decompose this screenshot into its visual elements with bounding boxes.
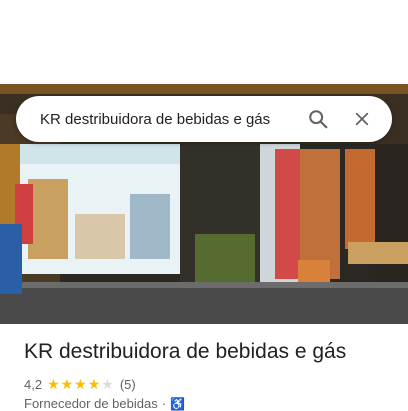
stars-empty: ★ <box>101 376 115 392</box>
search-bar[interactable]: KR destribuidora de bebidas e gás <box>16 96 392 142</box>
stars-filled: ★★★★ <box>47 376 102 392</box>
category-row: Fornecedor de bebidas · ♿ <box>24 396 185 411</box>
star-rating: ★★★★★ <box>47 376 115 393</box>
category-label: Fornecedor de bebidas <box>24 396 158 411</box>
close-button[interactable] <box>340 96 384 142</box>
rating-row[interactable]: 4,2 ★★★★★ (5) <box>24 376 136 393</box>
review-count[interactable]: (5) <box>120 377 136 392</box>
wheelchair-icon: ♿ <box>170 396 185 411</box>
close-icon <box>355 112 369 126</box>
search-button[interactable] <box>296 96 340 142</box>
search-icon <box>309 110 328 129</box>
separator: · <box>161 396 167 411</box>
rating-value: 4,2 <box>24 377 43 392</box>
place-title: KR destribuidora de bebidas e gás <box>24 340 347 363</box>
search-input[interactable]: KR destribuidora de bebidas e gás <box>16 111 296 128</box>
